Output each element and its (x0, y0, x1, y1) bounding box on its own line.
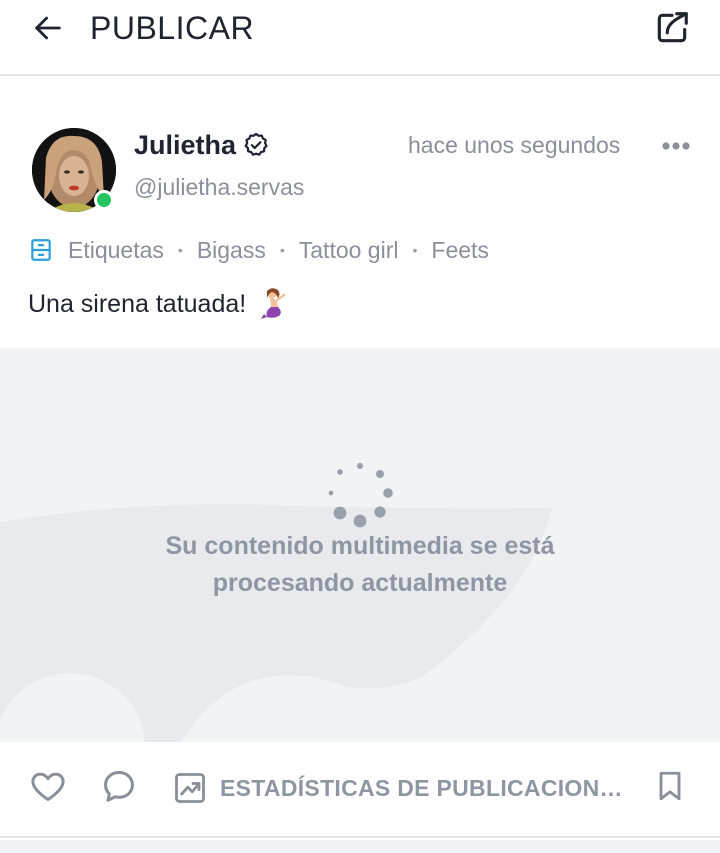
verified-badge-icon (244, 132, 268, 156)
share-icon (657, 12, 688, 43)
feed-separator (0, 840, 720, 853)
back-button[interactable] (28, 8, 68, 48)
tag-separator: • (412, 242, 418, 258)
tag-list-icon (31, 239, 51, 261)
statistics-label: ESTADÍSTICAS DE PUBLICACION… (220, 774, 623, 801)
share-button[interactable] (650, 6, 694, 50)
like-button[interactable] (28, 766, 68, 806)
post-caption: Una sirena tatuada! (28, 286, 291, 321)
user-name[interactable]: Julietha (134, 128, 236, 162)
online-status-indicator (94, 190, 114, 210)
post-timestamp: hace unos segundos (408, 132, 621, 158)
more-horizontal-icon (662, 142, 690, 150)
avatar[interactable] (32, 128, 116, 212)
mermaid-emoji-icon (261, 288, 286, 319)
tags-row: Etiquetas • Bigass • Tattoo girl • Feets (28, 234, 489, 266)
comment-button[interactable] (99, 766, 139, 806)
bookmark-icon (659, 771, 681, 801)
tag-separator: • (177, 242, 183, 258)
media-placeholder: Su contenido multimedia se está procesan… (0, 348, 720, 742)
tag-item[interactable]: Tattoo girl (299, 235, 399, 265)
page-title: PUBLICAR (90, 10, 255, 46)
more-options-button[interactable] (656, 128, 696, 164)
bookmark-button[interactable] (650, 766, 690, 806)
tag-item[interactable]: Bigass (197, 235, 266, 265)
comment-icon (104, 771, 134, 802)
tags-label: Etiquetas (68, 237, 164, 263)
loading-spinner-icon (328, 463, 393, 528)
user-handle[interactable]: @julietha.servas (134, 172, 304, 202)
top-bar: PUBLICAR (0, 0, 720, 76)
tag-separator: • (279, 242, 285, 258)
caption-text: Una sirena tatuada! (28, 290, 247, 318)
heart-icon (31, 772, 65, 801)
processing-status-text: Su contenido multimedia se está procesan… (165, 532, 555, 597)
arrow-left-icon (35, 16, 61, 40)
post-statistics-button[interactable]: ESTADÍSTICAS DE PUBLICACION… (172, 768, 623, 808)
tag-item[interactable]: Feets (431, 235, 489, 265)
statistics-chart-icon (175, 773, 205, 803)
post-actions-bar: ESTADÍSTICAS DE PUBLICACION… (0, 742, 720, 838)
